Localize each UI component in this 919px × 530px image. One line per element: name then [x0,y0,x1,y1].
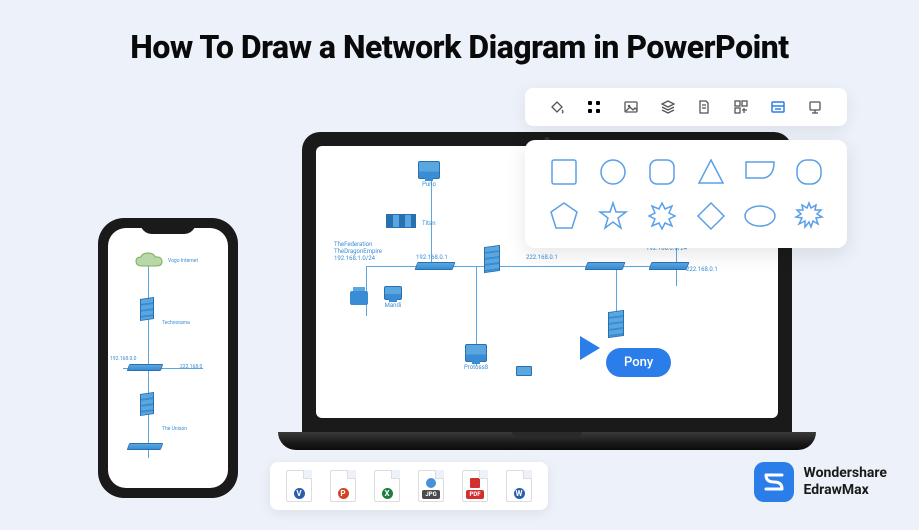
export-excel[interactable]: X [374,470,400,502]
phone-mockup: Vogo Internet Technorama 192.168.0.0 222… [98,218,238,498]
brand-text: Wondershare EdrawMax [804,465,887,499]
toolbar-panel [525,88,847,126]
shape-pentagon[interactable] [543,198,584,234]
network-switch [650,262,694,270]
node-label: Mandi [384,302,402,309]
network-server [484,246,504,272]
network-node-protoss: Protoss8 [464,344,488,371]
ip-label: 222.168.0.1 [526,254,558,261]
brand-logo-block: Wondershare EdrawMax [754,462,887,502]
presentation-icon[interactable] [804,96,826,118]
phone-label: Technorama [162,320,190,326]
shape-callout[interactable] [739,154,780,190]
node-label: Puno [418,181,440,188]
shape-diamond[interactable] [690,198,731,234]
phone-switch [128,364,168,371]
node-label: Protoss8 [464,364,488,371]
shape-burst-8[interactable] [641,198,682,234]
phone-screen-content: Vogo Internet Technorama 192.168.0.0 222… [108,228,228,488]
shape-rounded-rect[interactable] [788,154,829,190]
phone-server [140,298,158,320]
cursor-icon [580,336,600,360]
layers-icon[interactable] [657,96,679,118]
network-node-mandi: Mandi [384,286,402,309]
phone-notch [140,218,196,234]
fill-icon[interactable] [546,96,568,118]
export-powerpoint[interactable]: P [330,470,356,502]
network-server [608,311,628,337]
shape-star[interactable] [592,198,633,234]
phone-label: The Unison [162,426,187,432]
brand-line2: EdrawMax [804,482,887,499]
network-node-printer [350,291,368,305]
grid-icon[interactable] [583,96,605,118]
page-icon[interactable] [693,96,715,118]
network-switch [416,262,460,270]
laptop-hinge-notch [512,432,582,437]
brand-line1: Wondershare [804,465,887,482]
export-pdf[interactable]: PDF [462,470,488,502]
edrawmax-logo-icon [754,462,794,502]
page-title: How To Draw a Network Diagram in PowerPo… [0,28,919,66]
network-switch [586,262,630,270]
container-icon[interactable] [767,96,789,118]
ip-label: 192.168.0.1 [416,254,448,261]
node-label: TheDragonEmpire [334,248,382,255]
dashboard-icon[interactable] [730,96,752,118]
shape-rounded-square[interactable] [641,154,682,190]
shapes-panel [525,140,847,248]
phone-label: Vogo Internet [168,258,198,264]
shape-triangle[interactable] [690,154,731,190]
export-word[interactable]: W [506,470,532,502]
pony-label-bubble: Pony [606,348,671,377]
node-label: 192.168.1.0/24 [334,255,382,262]
shape-circle[interactable] [592,154,633,190]
image-icon[interactable] [620,96,642,118]
shape-burst-12[interactable] [788,198,829,234]
laptop-base [278,432,816,450]
node-label: Titan [422,220,436,227]
export-formats-row: V P X JPG PDF W [270,462,548,510]
phone-cloud [134,252,164,272]
phone-switch [128,443,168,450]
phone-server [140,393,158,415]
shape-square[interactable] [543,154,584,190]
export-jpg[interactable]: JPG [418,470,444,502]
network-node-laptop-small [516,366,532,376]
export-visio[interactable]: V [286,470,312,502]
network-node-titan: Titan [386,214,436,227]
network-node-federation: TheFederation TheDragonEmpire 192.168.1.… [334,241,382,262]
shape-ellipse[interactable] [739,198,780,234]
network-node-puno: Puno [418,161,440,188]
network-line [148,258,149,458]
node-label: TheFederation [334,241,382,248]
phone-label: 192.168.0.0 [110,356,136,362]
phone-label: 222.168.0 [180,364,202,370]
